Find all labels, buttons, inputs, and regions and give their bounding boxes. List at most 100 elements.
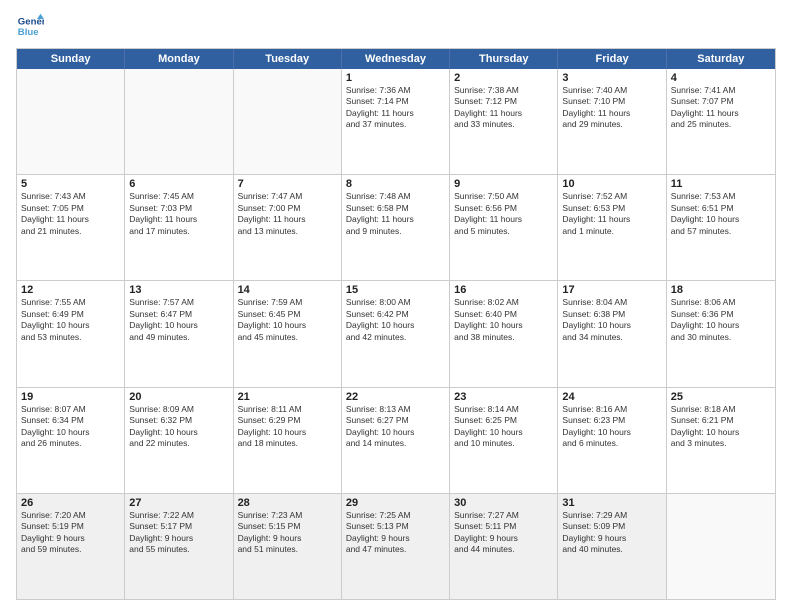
- calendar-cell: 29Sunrise: 7:25 AM Sunset: 5:13 PM Dayli…: [342, 494, 450, 599]
- calendar-cell: 5Sunrise: 7:43 AM Sunset: 7:05 PM Daylig…: [17, 175, 125, 280]
- day-number: 20: [129, 391, 228, 403]
- calendar-cell: 1Sunrise: 7:36 AM Sunset: 7:14 PM Daylig…: [342, 69, 450, 174]
- cell-content: Sunrise: 7:53 AM Sunset: 6:51 PM Dayligh…: [671, 191, 771, 237]
- cell-content: Sunrise: 8:18 AM Sunset: 6:21 PM Dayligh…: [671, 404, 771, 450]
- day-number: 14: [238, 284, 337, 296]
- calendar-header: SundayMondayTuesdayWednesdayThursdayFrid…: [17, 49, 775, 69]
- cell-content: Sunrise: 8:06 AM Sunset: 6:36 PM Dayligh…: [671, 297, 771, 343]
- cell-content: Sunrise: 8:09 AM Sunset: 6:32 PM Dayligh…: [129, 404, 228, 450]
- logo-icon: General Blue: [16, 12, 44, 40]
- cell-content: Sunrise: 7:55 AM Sunset: 6:49 PM Dayligh…: [21, 297, 120, 343]
- cell-content: Sunrise: 7:25 AM Sunset: 5:13 PM Dayligh…: [346, 510, 445, 556]
- cell-content: Sunrise: 7:27 AM Sunset: 5:11 PM Dayligh…: [454, 510, 553, 556]
- page: General Blue SundayMondayTuesdayWednesda…: [0, 0, 792, 612]
- weekday-header: Monday: [125, 49, 233, 69]
- calendar-cell: 3Sunrise: 7:40 AM Sunset: 7:10 PM Daylig…: [558, 69, 666, 174]
- cell-content: Sunrise: 8:04 AM Sunset: 6:38 PM Dayligh…: [562, 297, 661, 343]
- cell-content: Sunrise: 7:45 AM Sunset: 7:03 PM Dayligh…: [129, 191, 228, 237]
- weekday-header: Wednesday: [342, 49, 450, 69]
- calendar-cell: 8Sunrise: 7:48 AM Sunset: 6:58 PM Daylig…: [342, 175, 450, 280]
- calendar-cell: 13Sunrise: 7:57 AM Sunset: 6:47 PM Dayli…: [125, 281, 233, 386]
- calendar-cell: 19Sunrise: 8:07 AM Sunset: 6:34 PM Dayli…: [17, 388, 125, 493]
- cell-content: Sunrise: 7:40 AM Sunset: 7:10 PM Dayligh…: [562, 85, 661, 131]
- logo: General Blue: [16, 12, 44, 40]
- calendar-cell: 10Sunrise: 7:52 AM Sunset: 6:53 PM Dayli…: [558, 175, 666, 280]
- cell-content: Sunrise: 7:59 AM Sunset: 6:45 PM Dayligh…: [238, 297, 337, 343]
- day-number: 26: [21, 497, 120, 509]
- cell-content: Sunrise: 8:13 AM Sunset: 6:27 PM Dayligh…: [346, 404, 445, 450]
- day-number: 1: [346, 72, 445, 84]
- cell-content: Sunrise: 8:14 AM Sunset: 6:25 PM Dayligh…: [454, 404, 553, 450]
- calendar-cell: [17, 69, 125, 174]
- calendar-cell: 20Sunrise: 8:09 AM Sunset: 6:32 PM Dayli…: [125, 388, 233, 493]
- calendar-cell: [234, 69, 342, 174]
- calendar-row: 19Sunrise: 8:07 AM Sunset: 6:34 PM Dayli…: [17, 388, 775, 494]
- day-number: 23: [454, 391, 553, 403]
- day-number: 11: [671, 178, 771, 190]
- day-number: 29: [346, 497, 445, 509]
- calendar-cell: 15Sunrise: 8:00 AM Sunset: 6:42 PM Dayli…: [342, 281, 450, 386]
- cell-content: Sunrise: 7:48 AM Sunset: 6:58 PM Dayligh…: [346, 191, 445, 237]
- day-number: 24: [562, 391, 661, 403]
- cell-content: Sunrise: 7:50 AM Sunset: 6:56 PM Dayligh…: [454, 191, 553, 237]
- day-number: 19: [21, 391, 120, 403]
- calendar-cell: 30Sunrise: 7:27 AM Sunset: 5:11 PM Dayli…: [450, 494, 558, 599]
- day-number: 18: [671, 284, 771, 296]
- day-number: 4: [671, 72, 771, 84]
- calendar-row: 12Sunrise: 7:55 AM Sunset: 6:49 PM Dayli…: [17, 281, 775, 387]
- day-number: 13: [129, 284, 228, 296]
- day-number: 8: [346, 178, 445, 190]
- calendar-body: 1Sunrise: 7:36 AM Sunset: 7:14 PM Daylig…: [17, 69, 775, 599]
- day-number: 15: [346, 284, 445, 296]
- day-number: 16: [454, 284, 553, 296]
- cell-content: Sunrise: 7:47 AM Sunset: 7:00 PM Dayligh…: [238, 191, 337, 237]
- weekday-header: Sunday: [17, 49, 125, 69]
- day-number: 30: [454, 497, 553, 509]
- cell-content: Sunrise: 8:07 AM Sunset: 6:34 PM Dayligh…: [21, 404, 120, 450]
- cell-content: Sunrise: 7:36 AM Sunset: 7:14 PM Dayligh…: [346, 85, 445, 131]
- day-number: 21: [238, 391, 337, 403]
- cell-content: Sunrise: 7:43 AM Sunset: 7:05 PM Dayligh…: [21, 191, 120, 237]
- cell-content: Sunrise: 7:57 AM Sunset: 6:47 PM Dayligh…: [129, 297, 228, 343]
- calendar-cell: 7Sunrise: 7:47 AM Sunset: 7:00 PM Daylig…: [234, 175, 342, 280]
- day-number: 28: [238, 497, 337, 509]
- calendar-cell: 26Sunrise: 7:20 AM Sunset: 5:19 PM Dayli…: [17, 494, 125, 599]
- day-number: 12: [21, 284, 120, 296]
- day-number: 25: [671, 391, 771, 403]
- header: General Blue: [16, 12, 776, 40]
- calendar-cell: 16Sunrise: 8:02 AM Sunset: 6:40 PM Dayli…: [450, 281, 558, 386]
- day-number: 2: [454, 72, 553, 84]
- calendar-cell: 27Sunrise: 7:22 AM Sunset: 5:17 PM Dayli…: [125, 494, 233, 599]
- day-number: 3: [562, 72, 661, 84]
- cell-content: Sunrise: 7:41 AM Sunset: 7:07 PM Dayligh…: [671, 85, 771, 131]
- calendar-cell: 23Sunrise: 8:14 AM Sunset: 6:25 PM Dayli…: [450, 388, 558, 493]
- cell-content: Sunrise: 7:52 AM Sunset: 6:53 PM Dayligh…: [562, 191, 661, 237]
- calendar: SundayMondayTuesdayWednesdayThursdayFrid…: [16, 48, 776, 600]
- calendar-cell: 6Sunrise: 7:45 AM Sunset: 7:03 PM Daylig…: [125, 175, 233, 280]
- cell-content: Sunrise: 8:16 AM Sunset: 6:23 PM Dayligh…: [562, 404, 661, 450]
- cell-content: Sunrise: 7:38 AM Sunset: 7:12 PM Dayligh…: [454, 85, 553, 131]
- calendar-row: 1Sunrise: 7:36 AM Sunset: 7:14 PM Daylig…: [17, 69, 775, 175]
- calendar-cell: 9Sunrise: 7:50 AM Sunset: 6:56 PM Daylig…: [450, 175, 558, 280]
- calendar-cell: 4Sunrise: 7:41 AM Sunset: 7:07 PM Daylig…: [667, 69, 775, 174]
- day-number: 10: [562, 178, 661, 190]
- calendar-cell: 11Sunrise: 7:53 AM Sunset: 6:51 PM Dayli…: [667, 175, 775, 280]
- calendar-cell: 31Sunrise: 7:29 AM Sunset: 5:09 PM Dayli…: [558, 494, 666, 599]
- calendar-cell: [667, 494, 775, 599]
- day-number: 9: [454, 178, 553, 190]
- cell-content: Sunrise: 7:20 AM Sunset: 5:19 PM Dayligh…: [21, 510, 120, 556]
- cell-content: Sunrise: 7:22 AM Sunset: 5:17 PM Dayligh…: [129, 510, 228, 556]
- calendar-cell: [125, 69, 233, 174]
- calendar-cell: 28Sunrise: 7:23 AM Sunset: 5:15 PM Dayli…: [234, 494, 342, 599]
- cell-content: Sunrise: 7:23 AM Sunset: 5:15 PM Dayligh…: [238, 510, 337, 556]
- calendar-cell: 12Sunrise: 7:55 AM Sunset: 6:49 PM Dayli…: [17, 281, 125, 386]
- day-number: 31: [562, 497, 661, 509]
- svg-text:Blue: Blue: [18, 27, 39, 38]
- weekday-header: Friday: [558, 49, 666, 69]
- calendar-cell: 21Sunrise: 8:11 AM Sunset: 6:29 PM Dayli…: [234, 388, 342, 493]
- calendar-cell: 25Sunrise: 8:18 AM Sunset: 6:21 PM Dayli…: [667, 388, 775, 493]
- calendar-cell: 17Sunrise: 8:04 AM Sunset: 6:38 PM Dayli…: [558, 281, 666, 386]
- cell-content: Sunrise: 8:02 AM Sunset: 6:40 PM Dayligh…: [454, 297, 553, 343]
- day-number: 22: [346, 391, 445, 403]
- calendar-row: 5Sunrise: 7:43 AM Sunset: 7:05 PM Daylig…: [17, 175, 775, 281]
